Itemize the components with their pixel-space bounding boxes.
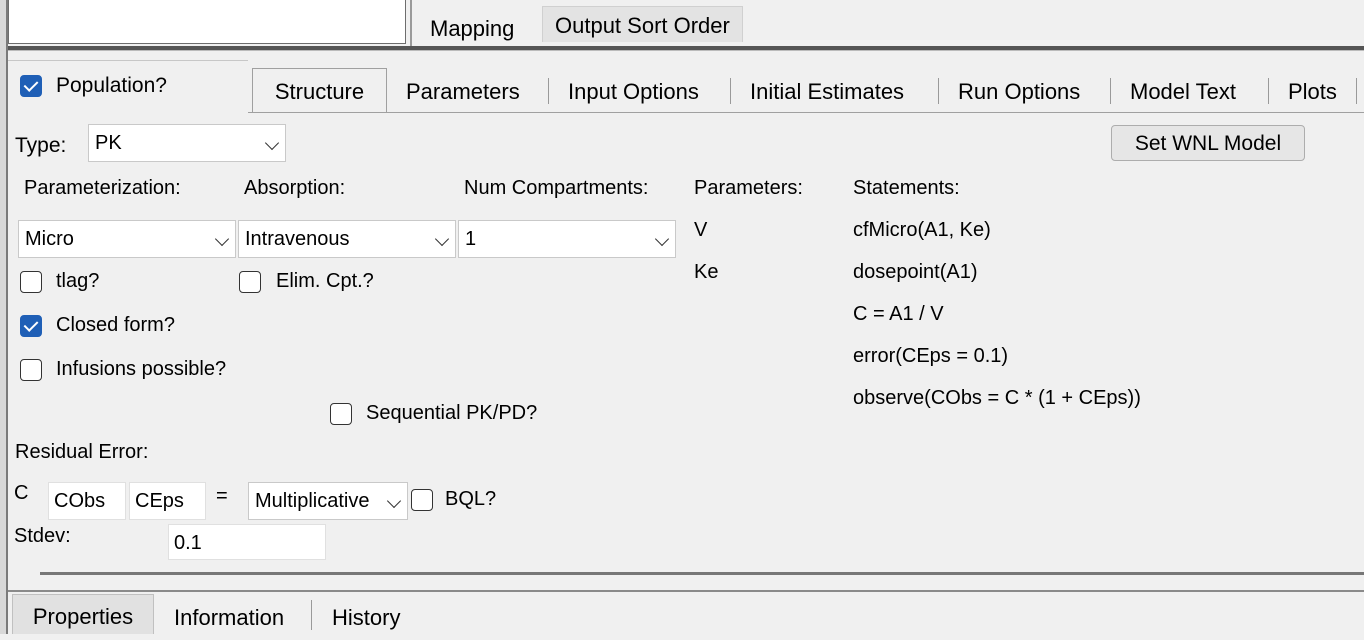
chevron-down-icon [386, 493, 402, 509]
residual-var-label: C [14, 482, 29, 504]
set-wnl-model-button[interactable]: Set WNL Model [1111, 125, 1305, 161]
epsilon-name-input[interactable]: CEps [129, 482, 206, 520]
closed-form-checkbox[interactable] [20, 315, 42, 337]
sequential-checkbox[interactable] [330, 403, 352, 425]
absorption-label: Absorption: [244, 177, 346, 199]
parameter-item: Ke [694, 261, 719, 283]
stdev-input[interactable]: 0.1 [168, 524, 326, 560]
tab-separator [730, 78, 731, 104]
statement-item: C = A1 / V [853, 303, 944, 325]
population-label: Population? [56, 74, 167, 97]
tab-information[interactable]: Information [174, 596, 284, 634]
parameterization-label: Parameterization: [24, 177, 181, 199]
left-splitter[interactable] [0, 0, 8, 634]
chevron-down-icon [264, 135, 280, 151]
top-divider [410, 0, 412, 48]
absorption-select-value: Intravenous [245, 228, 350, 250]
splitter-highlight [8, 50, 1364, 51]
num-compartments-select[interactable]: 1 [458, 220, 676, 258]
residual-error-label: Residual Error: [15, 441, 149, 463]
tab-separator [548, 78, 549, 104]
infusions-label: Infusions possible? [56, 358, 227, 380]
bottom-splitter[interactable] [40, 572, 1364, 575]
chevron-down-icon [434, 231, 450, 247]
elim-cpt-checkbox[interactable] [239, 271, 261, 293]
statement-item: observe(CObs = C * (1 + CEps)) [853, 387, 1141, 409]
closed-form-label: Closed form? [56, 314, 175, 336]
tab-plots[interactable]: Plots [1288, 74, 1337, 110]
num-compartments-select-value: 1 [465, 228, 477, 250]
elim-cpt-label: Elim. Cpt.? [276, 270, 374, 292]
tab-output-sort-order[interactable]: Output Sort Order [542, 6, 743, 42]
tab-separator [1110, 78, 1111, 104]
parameterization-select-value: Micro [25, 228, 74, 250]
bql-label: BQL? [445, 488, 497, 510]
tab-separator [311, 600, 312, 630]
residual-type-value: Multiplicative [255, 490, 370, 512]
tab-separator [1356, 78, 1357, 104]
chevron-down-icon [214, 231, 230, 247]
stdev-label: Stdev: [14, 525, 71, 547]
type-label: Type: [15, 134, 67, 157]
type-select[interactable]: PK [88, 124, 286, 162]
parameter-item: V [694, 219, 708, 241]
tab-separator [938, 78, 939, 104]
absorption-select[interactable]: Intravenous [238, 220, 456, 258]
residual-type-select[interactable]: Multiplicative [248, 482, 408, 520]
chevron-down-icon [654, 231, 670, 247]
statement-item: cfMicro(A1, Ke) [853, 219, 991, 241]
statement-item: error(CEps = 0.1) [853, 345, 1009, 367]
equals-label: = [216, 485, 228, 507]
infusions-checkbox[interactable] [20, 359, 42, 381]
sequential-label: Sequential PK/PD? [366, 402, 538, 424]
num-compartments-label: Num Compartments: [464, 177, 649, 199]
statement-item: dosepoint(A1) [853, 261, 978, 283]
tlag-label: tlag? [56, 270, 100, 292]
tab-structure[interactable]: Structure [252, 68, 387, 112]
type-select-value: PK [95, 132, 122, 154]
tab-separator [1268, 78, 1269, 104]
tab-mapping[interactable]: Mapping [418, 6, 527, 46]
parameters-label: Parameters: [694, 177, 803, 199]
tab-input-options[interactable]: Input Options [568, 74, 699, 110]
top-left-panel [8, 0, 406, 44]
bottom-divider [8, 590, 1364, 592]
bql-checkbox[interactable] [411, 489, 433, 511]
tab-model-text[interactable]: Model Text [1130, 74, 1236, 110]
tab-initial-estimates[interactable]: Initial Estimates [750, 74, 904, 110]
population-checkbox[interactable] [20, 75, 42, 97]
tlag-checkbox[interactable] [20, 271, 42, 293]
tab-parameters[interactable]: Parameters [406, 74, 520, 110]
parameterization-select[interactable]: Micro [18, 220, 236, 258]
tab-properties[interactable]: Properties [12, 594, 154, 634]
tab-run-options[interactable]: Run Options [958, 74, 1080, 110]
tab-history[interactable]: History [332, 596, 400, 634]
observed-name-input[interactable]: CObs [48, 482, 126, 520]
statements-label: Statements: [853, 177, 960, 199]
